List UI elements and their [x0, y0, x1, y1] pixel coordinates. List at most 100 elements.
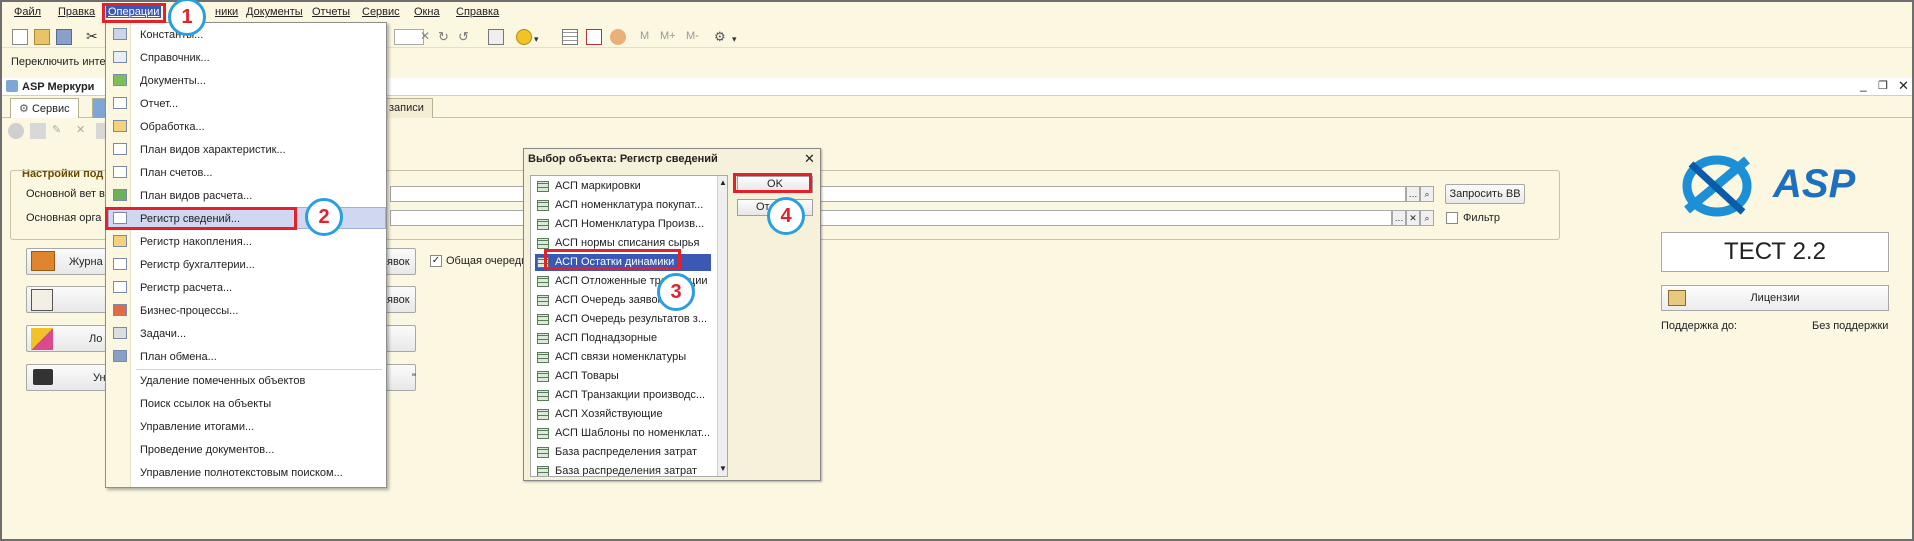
asp-logo-text: ASP: [1773, 162, 1856, 206]
menu-item-documents[interactable]: Документы...: [140, 75, 206, 87]
scroll-up-icon[interactable]: ▲: [719, 178, 727, 187]
menu-windows[interactable]: Окна: [414, 6, 440, 18]
list-item[interactable]: АСП связи номенклатуры: [535, 349, 711, 366]
tools-dropdown-icon[interactable]: ▾: [732, 34, 748, 50]
menu-help[interactable]: Справка: [456, 6, 499, 18]
list-item[interactable]: База распределения затрат: [535, 444, 711, 461]
menubar: Файл Правка Операции ники Документы Отче…: [2, 2, 1912, 22]
menu-item-exchange-plan[interactable]: План обмена...: [140, 351, 217, 363]
journal-icon: [31, 251, 55, 271]
cut-icon[interactable]: ✂: [86, 29, 102, 45]
menu-service[interactable]: Сервис: [362, 6, 400, 18]
request-vv-button[interactable]: Запросить ВВ: [1445, 184, 1525, 204]
tab-records[interactable]: записи: [380, 98, 433, 118]
memory-m-minus[interactable]: M-: [686, 30, 699, 42]
menu-item-fulltext-search[interactable]: Управление полнотекстовым поиском...: [140, 467, 343, 479]
business-process-icon: [113, 304, 127, 316]
report-icon: [113, 97, 127, 109]
main-org-clear-icon[interactable]: ✕: [1406, 210, 1420, 226]
documents-icon: [113, 74, 127, 86]
restore-icon[interactable]: ❐: [1878, 79, 1888, 92]
menu-item-business-processes[interactable]: Бизнес-процессы...: [140, 305, 238, 317]
menu-item-characteristics-plan[interactable]: План видов характеристик...: [140, 144, 286, 156]
menu-item-report[interactable]: Отчет...: [140, 98, 178, 110]
main-vet-search-icon[interactable]: ⌕: [1420, 186, 1434, 202]
menu-documents[interactable]: Документы: [246, 6, 303, 18]
menu-item-accounting-register[interactable]: Регистр бухгалтерии...: [140, 259, 255, 271]
highlight-ok: [733, 173, 812, 193]
learning-label: Ун: [93, 372, 106, 384]
list-item[interactable]: АСП номенклатура покупат...: [535, 197, 711, 214]
edit-icon[interactable]: ✎: [52, 123, 68, 139]
menu-item-accumulation-register[interactable]: Регистр накопления...: [140, 236, 252, 248]
menu-item-post-documents[interactable]: Проведение документов...: [140, 444, 274, 456]
filter-checkbox[interactable]: [1446, 212, 1458, 224]
main-org-label: Основная орга: [26, 212, 102, 224]
licenses-button[interactable]: Лицензии: [1661, 285, 1889, 311]
menu-item-calc-register[interactable]: Регистр расчета...: [140, 282, 232, 294]
list-scrollbar[interactable]: ▲ ▼: [717, 176, 727, 476]
add-icon[interactable]: [8, 123, 24, 139]
window-title: ASP Меркури: [22, 81, 95, 93]
list-item[interactable]: АСП маркировки: [535, 178, 711, 195]
windows-icon[interactable]: [488, 29, 504, 45]
tools-icon[interactable]: ⚙: [714, 29, 730, 45]
copy-icon[interactable]: [30, 123, 46, 139]
register-list[interactable]: АСП маркировки АСП номенклатура покупат.…: [530, 175, 728, 477]
highlight-remains-dynamics: [544, 249, 681, 270]
list-item[interactable]: АСП Очередь результатов з...: [535, 311, 711, 328]
main-vet-select-button[interactable]: …: [1406, 186, 1420, 202]
main-org-search-icon[interactable]: ⌕: [1420, 210, 1434, 226]
info-icon[interactable]: [516, 29, 532, 45]
operations-menu: Константы... Справочник... Документы... …: [105, 22, 387, 488]
menu-reports[interactable]: Отчеты: [312, 6, 350, 18]
step-badge-4: 4: [767, 197, 805, 235]
menu-file[interactable]: Файл: [14, 6, 41, 18]
common-queue-checkbox[interactable]: ✓: [430, 255, 442, 267]
users-icon[interactable]: [610, 29, 626, 45]
menu-item-delete-marked[interactable]: Удаление помеченных объектов: [140, 375, 305, 387]
menu-item-calculation-plan[interactable]: План видов расчета...: [140, 190, 252, 202]
list-item[interactable]: АСП Поднадзорные: [535, 330, 711, 347]
menu-item-totals[interactable]: Управление итогами...: [140, 421, 254, 433]
memory-m[interactable]: M: [640, 30, 649, 42]
list-item[interactable]: АСП Шаблоны по номенклат...: [535, 425, 711, 442]
open-icon[interactable]: [34, 29, 50, 45]
tasks-icon: [113, 327, 127, 339]
learning-label-right: ": [412, 372, 416, 384]
dropdown-icon[interactable]: ▾: [534, 34, 550, 50]
scroll-down-icon[interactable]: ▼: [719, 464, 727, 473]
minimize-icon[interactable]: _: [1860, 78, 1867, 92]
memory-m-plus[interactable]: M+: [660, 30, 676, 42]
save-icon[interactable]: [56, 29, 72, 45]
list-item[interactable]: АСП Транзакции производс...: [535, 387, 711, 404]
delete-icon[interactable]: ✕: [76, 123, 92, 139]
calendar-icon[interactable]: [586, 29, 602, 45]
close-icon[interactable]: ✕: [1898, 78, 1909, 94]
journal-label-right: явок: [387, 256, 410, 268]
menu-item-processing[interactable]: Обработка...: [140, 121, 205, 133]
list-item[interactable]: АСП Хозяйствующие: [535, 406, 711, 423]
list-item[interactable]: АСП Товары: [535, 368, 711, 385]
accumulation-register-icon: [113, 235, 127, 247]
menu-item-catalog[interactable]: Справочник...: [140, 52, 210, 64]
find-prev-icon[interactable]: ↺: [458, 29, 474, 45]
clear-icon[interactable]: ✕: [420, 29, 436, 45]
calculation-plan-icon: [113, 189, 127, 201]
new-icon[interactable]: [12, 29, 28, 45]
find-next-icon[interactable]: ↻: [438, 29, 454, 45]
menu-edit[interactable]: Правка: [58, 6, 95, 18]
menu-item-find-references[interactable]: Поиск ссылок на объекты: [140, 398, 271, 410]
calc-icon[interactable]: [562, 29, 578, 45]
tab-service[interactable]: ⚙ Сервис: [10, 98, 79, 118]
menu-item-accounts-plan[interactable]: План счетов...: [140, 167, 212, 179]
log-label: Ло: [89, 333, 103, 345]
select-object-dialog: Выбор объекта: Регистр сведений ✕ АСП ма…: [523, 148, 821, 481]
menu-item-tasks[interactable]: Задачи...: [140, 328, 186, 340]
switch-interface-label[interactable]: Переключить инте: [11, 56, 106, 68]
main-org-select-button[interactable]: …: [1392, 210, 1406, 226]
menu-catalogs[interactable]: ники: [215, 6, 238, 18]
list-item[interactable]: АСП Номенклатура Произв...: [535, 216, 711, 233]
list-item[interactable]: База распределения затрат: [535, 463, 711, 476]
dialog-close-icon[interactable]: ✕: [804, 151, 815, 167]
